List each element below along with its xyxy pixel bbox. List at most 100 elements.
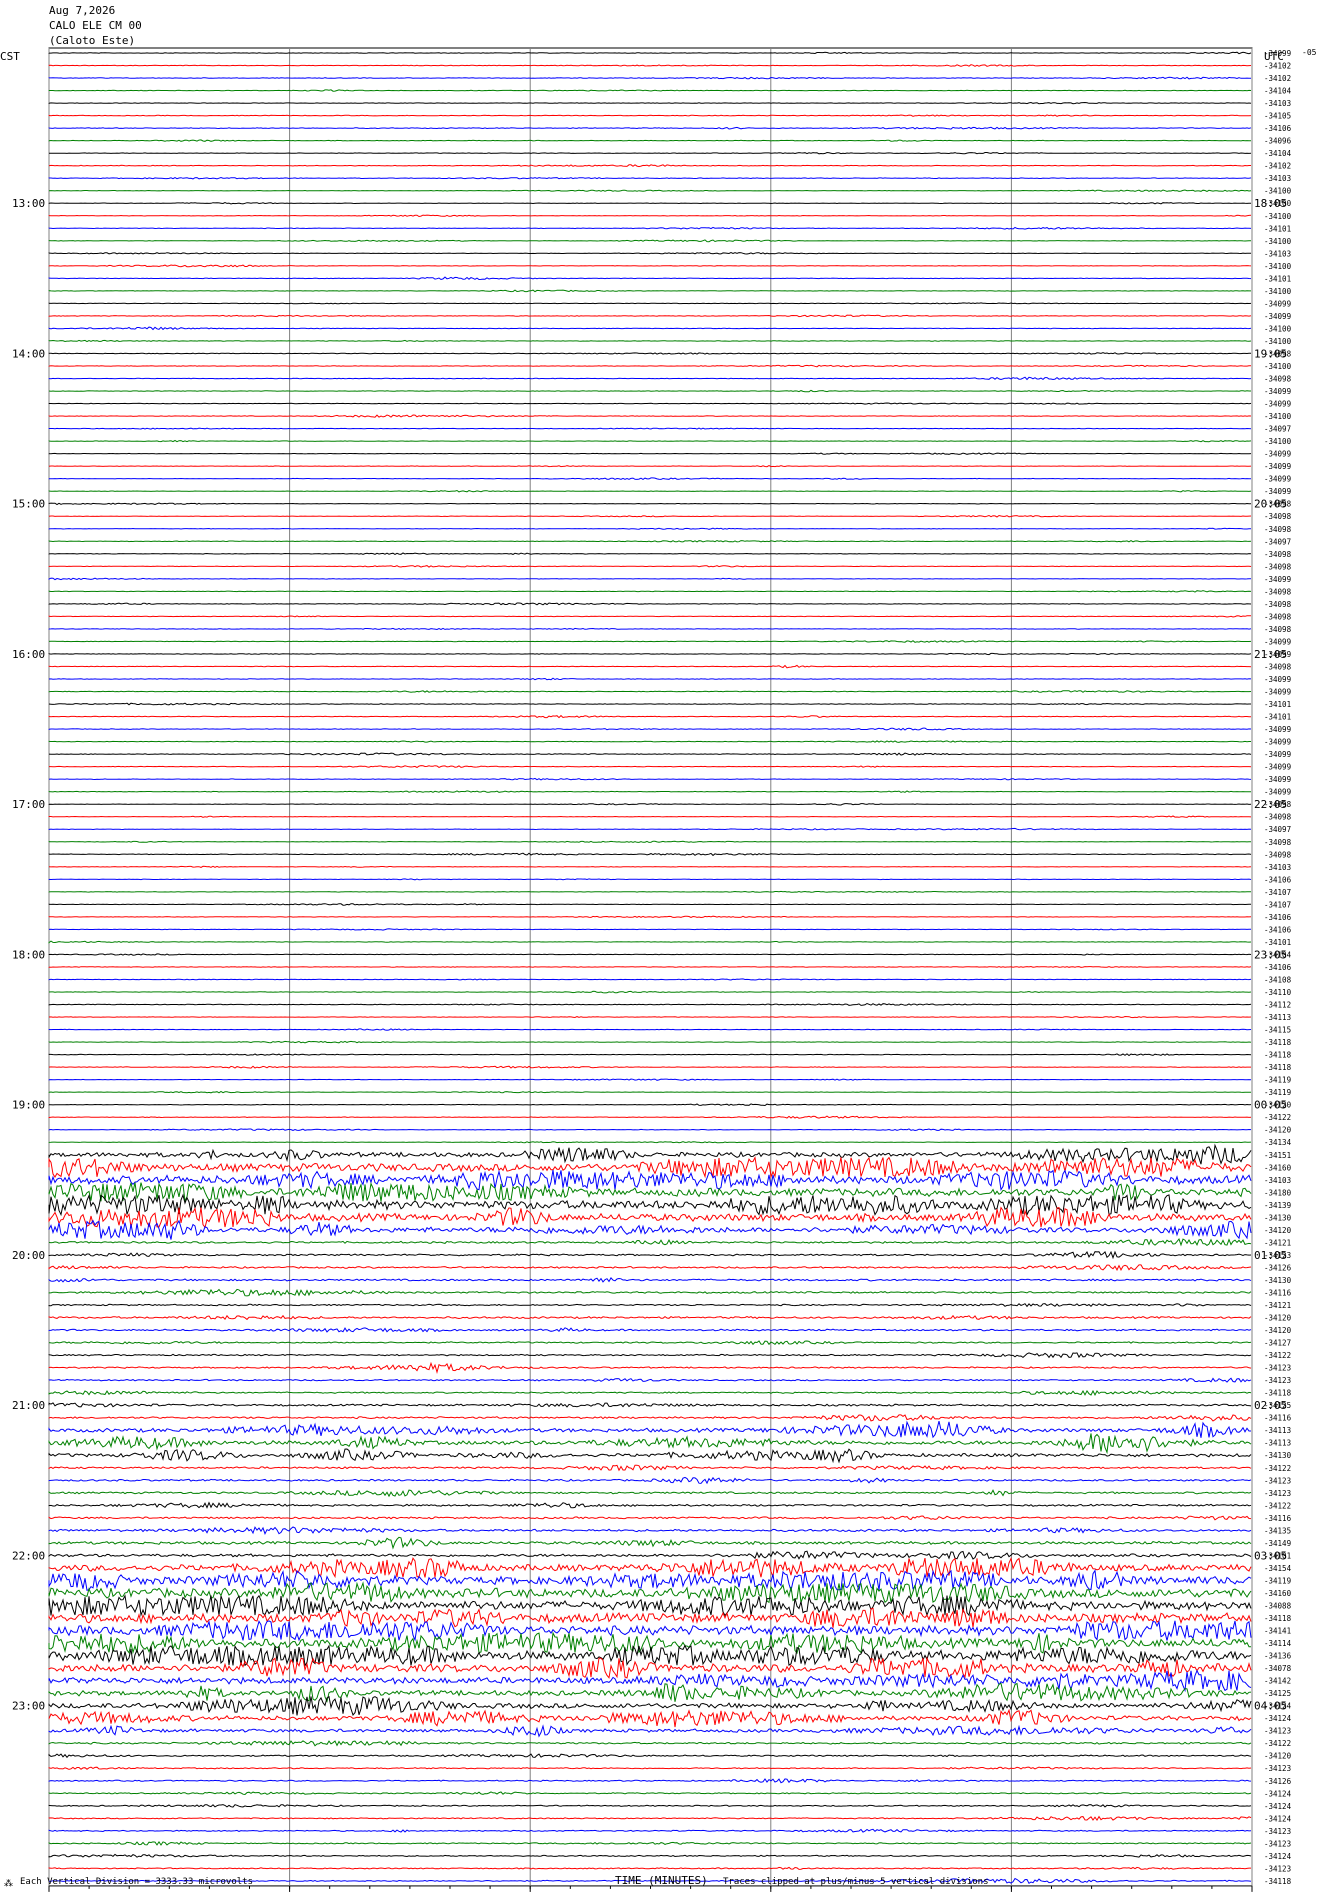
trace-line: [48, 1682, 1252, 1703]
right-hour-label: 22:05: [1254, 798, 1287, 811]
right-value-label: -34121: [1264, 1238, 1291, 1247]
trace-line: [48, 1489, 1252, 1498]
right-value-label: -34098: [1264, 375, 1292, 384]
trace-line: [48, 664, 1252, 669]
right-value-label: -34113: [1264, 1426, 1291, 1435]
right-value-label: -34099: [1264, 775, 1291, 784]
right-value-label: -34115: [1264, 1026, 1291, 1035]
trace-line: [48, 1501, 1252, 1509]
trace-line: [49, 765, 1252, 769]
trace-line: [48, 1840, 1252, 1846]
trace-line: [48, 1815, 1252, 1822]
right-hour-label: 04:05: [1254, 1700, 1287, 1713]
trace-line: [48, 489, 1252, 493]
right-value-label: -34099: [1264, 487, 1291, 496]
trace-line: [48, 590, 1252, 593]
right-value-label: -34154: [1264, 1564, 1292, 1573]
trace-line: [48, 1219, 1252, 1240]
trace-line: [48, 1464, 1252, 1472]
trace-line: [48, 1526, 1252, 1535]
right-value-label: -34099: [1264, 299, 1291, 308]
trace-line: [48, 1536, 1252, 1550]
right-value-label: -34118: [1264, 1063, 1292, 1072]
right-value-label: -34103: [1264, 174, 1291, 183]
trace-line: [48, 1327, 1252, 1333]
right-value-label: -34122: [1264, 1501, 1291, 1510]
right-value-label: -34099: [1264, 750, 1291, 759]
right-value-label: -34116: [1264, 1514, 1292, 1523]
trace-line: [48, 740, 1251, 743]
right-value-label: -34124: [1264, 1714, 1292, 1723]
right-value-label: -34130: [1264, 1276, 1292, 1285]
trace-line: [48, 439, 1252, 443]
trace-line: [48, 840, 1251, 843]
right-value-label: -34099: [1264, 675, 1291, 684]
right-value-label: -34139: [1264, 1201, 1291, 1210]
trace-line: [48, 1193, 1252, 1217]
right-value-label: -34103: [1264, 99, 1291, 108]
right-value-label: -34096: [1264, 137, 1292, 146]
trace-line: [48, 1015, 1252, 1019]
right-value-label: -34099: [1264, 763, 1291, 772]
trace-line: [48, 615, 1251, 618]
trace-line: [48, 1740, 1252, 1747]
right-value-label: -34099: [1264, 400, 1291, 409]
right-value-label: -34130: [1264, 1213, 1292, 1222]
right-value-label: -34098: [1264, 662, 1292, 671]
right-value-label: -34100: [1264, 212, 1292, 221]
trace-line: [48, 452, 1252, 455]
trace-line: [48, 1791, 1252, 1796]
right-value-label: -34102: [1264, 162, 1291, 171]
right-hour-label: 19:05: [1254, 347, 1287, 360]
trace-line: [48, 602, 1252, 606]
right-value-label: -34118: [1264, 1877, 1292, 1886]
trace-line: [49, 151, 1252, 155]
trace-line: [48, 777, 1252, 781]
right-value-label: -34120: [1264, 1126, 1292, 1135]
right-value-label: -34106: [1264, 913, 1292, 922]
right-value-label: -34123: [1264, 1476, 1291, 1485]
right-value-label: -34099: [1264, 637, 1291, 646]
right-value-label: -34123: [1264, 1827, 1291, 1836]
right-value-label: -34120: [1264, 1314, 1292, 1323]
trace-line: [48, 1340, 1252, 1346]
right-value-label: -34098: [1264, 625, 1292, 634]
left-hour-label: 23:00: [12, 1700, 45, 1713]
trace-line: [48, 527, 1251, 530]
right-value-label: -34105: [1264, 112, 1291, 121]
trace-line: [48, 714, 1251, 719]
right-value-label: -34123: [1264, 1727, 1291, 1736]
trace-line: [48, 1182, 1252, 1203]
trace-line: [48, 1866, 1251, 1870]
trace-line: [48, 1433, 1252, 1455]
trace-line: [48, 702, 1251, 706]
trace-line: [48, 915, 1252, 919]
right-value-label: -34098: [1264, 550, 1292, 559]
trace-line: [48, 1028, 1252, 1031]
trace-line: [48, 1277, 1252, 1283]
right-value-label: -34101: [1264, 700, 1291, 709]
trace-line: [48, 1753, 1252, 1759]
trace-line: [48, 1169, 1252, 1192]
right-value-label: -34160: [1264, 1163, 1292, 1172]
right-value-label: -34101: [1264, 938, 1291, 947]
right-value-label: -34120: [1264, 1326, 1292, 1335]
trace-line: [48, 827, 1252, 831]
right-value-label: -34099: [1264, 738, 1291, 747]
trace-line: [48, 465, 1252, 468]
right-value-label: -34134: [1264, 1138, 1292, 1147]
trace-line: [48, 1556, 1252, 1579]
trace-line: [48, 1143, 1252, 1165]
trace-line: [48, 565, 1252, 568]
trace-line: [48, 990, 1252, 994]
trace-line: [48, 803, 1252, 806]
trace-line: [48, 1420, 1251, 1439]
trace-line: [48, 226, 1252, 230]
trace-line: [48, 364, 1251, 368]
right-value-label: -34121: [1264, 1301, 1291, 1310]
right-hour-label: 00:05: [1254, 1099, 1287, 1112]
right-value-label: -34098: [1264, 562, 1292, 571]
right-value-label: -34100: [1264, 237, 1292, 246]
right-value-label: -34160: [1264, 1589, 1292, 1598]
trace-line: [48, 1619, 1252, 1642]
